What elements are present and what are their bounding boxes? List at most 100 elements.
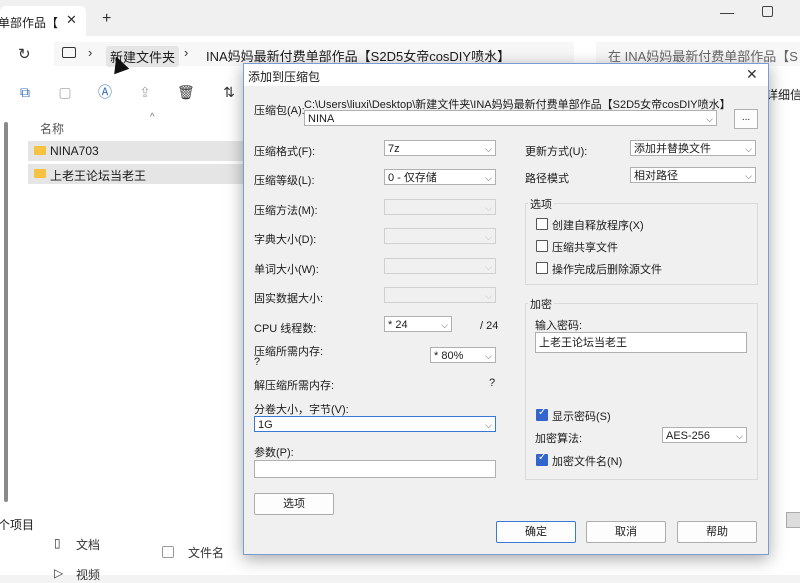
share-icon[interactable]: ⇪ bbox=[137, 84, 153, 100]
password-input[interactable]: 上老王论坛当老王 bbox=[535, 332, 747, 353]
paste-icon[interactable]: ▢ bbox=[57, 84, 73, 100]
show-password-checkbox[interactable] bbox=[536, 407, 548, 421]
path-value: 相对路径 bbox=[634, 170, 678, 182]
scrollbar[interactable] bbox=[4, 122, 8, 502]
chevron-down-icon: ⌵ bbox=[745, 144, 752, 154]
chevron-down-icon: ⌵ bbox=[736, 431, 743, 441]
level-select[interactable]: 0 - 仅存储 ⌵ bbox=[384, 169, 496, 185]
video-icon: ▷ bbox=[54, 566, 64, 580]
tab-close-icon[interactable]: ✕ bbox=[66, 12, 77, 28]
column-header-filename[interactable]: 文件名 bbox=[188, 544, 224, 561]
view-toggle-icon[interactable] bbox=[786, 512, 800, 528]
level-value: 0 - 仅存储 bbox=[388, 172, 437, 184]
format-select[interactable]: 7z ⌵ bbox=[384, 140, 496, 156]
dict-label: 字典大小(D): bbox=[254, 234, 317, 246]
encryption-group-title: 加密 bbox=[528, 296, 554, 312]
list-item[interactable]: 上老王论坛当老王 bbox=[28, 164, 250, 184]
delete-source-label: 操作完成后删除源文件 bbox=[552, 264, 662, 276]
enc-method-select[interactable]: AES-256 ⌵ bbox=[662, 427, 747, 443]
minimize-icon[interactable]: — bbox=[720, 4, 734, 20]
tab-title: 单部作品【S2 bbox=[0, 16, 58, 30]
cpu-label: CPU 线程数: bbox=[254, 323, 317, 335]
cancel-button[interactable]: 取消 bbox=[586, 521, 666, 543]
chevron-down-icon: ⌵ bbox=[485, 173, 492, 183]
chevron-up-icon: ^ bbox=[150, 112, 155, 123]
maximize-icon[interactable] bbox=[762, 6, 773, 17]
status-item-count: 个项目 bbox=[0, 518, 35, 532]
format-label: 压缩格式(F): bbox=[254, 146, 316, 158]
folder-name: NINA703 bbox=[50, 144, 99, 158]
split-combo[interactable]: 1G ⌵ bbox=[254, 416, 496, 432]
word-label: 单词大小(W): bbox=[254, 264, 319, 276]
chevron-down-icon: ⌵ bbox=[485, 420, 492, 430]
level-label: 压缩等级(L): bbox=[254, 175, 315, 187]
encrypt-names-label: 加密文件名(N) bbox=[552, 456, 623, 468]
chevron-right-icon: › bbox=[184, 45, 189, 60]
path-select[interactable]: 相对路径 ⌵ bbox=[630, 167, 756, 183]
nav-item-documents[interactable]: 文档 bbox=[76, 536, 100, 553]
help-button[interactable]: 帮助 bbox=[677, 521, 757, 543]
mem-label: 压缩所需内存: bbox=[254, 346, 324, 358]
select-all-checkbox[interactable] bbox=[162, 546, 174, 558]
browse-button[interactable]: ... bbox=[734, 109, 758, 129]
decomp-value: ? bbox=[489, 377, 496, 389]
chevron-right-icon: › bbox=[488, 45, 493, 60]
chevron-down-icon: ⌵ bbox=[706, 114, 713, 124]
close-icon[interactable]: ✕ bbox=[746, 66, 758, 83]
rename-icon[interactable]: Ⓐ bbox=[97, 84, 113, 100]
sfx-label: 创建自释放程序(X) bbox=[552, 220, 644, 232]
refresh-icon[interactable]: ↻ bbox=[18, 45, 31, 63]
dialog-titlebar: 添加到压缩包 ✕ bbox=[244, 64, 768, 86]
shared-label: 压缩共享文件 bbox=[552, 242, 618, 254]
mem-select[interactable]: * 80% ⌵ bbox=[430, 347, 496, 363]
column-header-name[interactable]: 名称 bbox=[40, 120, 64, 137]
copy-icon[interactable]: ⧉ bbox=[17, 84, 33, 100]
archive-name-combo[interactable]: NINA ⌵ bbox=[304, 110, 717, 126]
document-icon: ▯ bbox=[54, 536, 61, 550]
sfx-checkbox[interactable] bbox=[536, 218, 548, 230]
show-password-label: 显示密码(S) bbox=[552, 411, 611, 423]
solid-select[interactable]: ⌵ bbox=[384, 287, 496, 303]
tab-bar: 单部作品【S2 ✕ + — bbox=[0, 0, 800, 36]
delete-icon[interactable]: 🗑 bbox=[177, 84, 195, 100]
chevron-down-icon: ⌵ bbox=[441, 320, 448, 330]
options-button[interactable]: 选项 bbox=[254, 493, 334, 515]
decomp-label: 解压缩所需内存: bbox=[254, 380, 335, 392]
method-select[interactable]: ⌵ bbox=[384, 199, 496, 215]
params-input[interactable] bbox=[254, 460, 496, 478]
archive-label: 压缩包(A): bbox=[254, 105, 305, 117]
encrypt-names-checkbox[interactable] bbox=[536, 452, 548, 466]
chevron-down-icon: ⌵ bbox=[745, 171, 752, 181]
options-group-title: 选项 bbox=[528, 196, 554, 212]
dict-select[interactable]: ⌵ bbox=[384, 228, 496, 244]
cpu-total: / 24 bbox=[480, 320, 499, 332]
delete-source-checkbox[interactable] bbox=[536, 262, 548, 274]
update-label: 更新方式(U): bbox=[525, 146, 588, 158]
update-value: 添加并替换文件 bbox=[634, 143, 711, 155]
chevron-down-icon: ⌵ bbox=[485, 262, 492, 272]
folder-icon bbox=[34, 169, 46, 178]
sort-icon[interactable]: ⇅ bbox=[221, 84, 237, 100]
enc-method-label: 加密算法: bbox=[535, 433, 583, 445]
folder-name: 上老王论坛当老王 bbox=[50, 169, 147, 183]
chevron-right-icon: › bbox=[88, 45, 93, 60]
ok-button[interactable]: 确定 bbox=[496, 521, 576, 543]
word-select[interactable]: ⌵ bbox=[384, 258, 496, 274]
password-value: 上老王论坛当老王 bbox=[539, 337, 627, 349]
details-button[interactable]: 详细信息 bbox=[766, 86, 800, 103]
chevron-down-icon: ⌵ bbox=[485, 144, 492, 154]
update-select[interactable]: 添加并替换文件 ⌵ bbox=[630, 140, 756, 156]
solid-label: 固实数据大小: bbox=[254, 293, 324, 305]
list-item[interactable]: NINA703 bbox=[28, 141, 250, 161]
split-label: 分卷大小，字节(V): bbox=[254, 404, 349, 416]
method-label: 压缩方法(M): bbox=[254, 205, 318, 217]
chevron-down-icon: ⌵ bbox=[485, 203, 492, 213]
new-tab-icon[interactable]: + bbox=[102, 10, 111, 28]
shared-checkbox[interactable] bbox=[536, 240, 548, 252]
mem-value: * 80% bbox=[434, 350, 464, 362]
cpu-select[interactable]: * 24 ⌵ bbox=[384, 316, 452, 332]
format-value: 7z bbox=[388, 143, 400, 155]
path-label: 路径模式 bbox=[525, 173, 569, 185]
explorer-tab[interactable]: 单部作品【S2 ✕ bbox=[0, 6, 86, 36]
mem-unknown: ? bbox=[254, 356, 261, 368]
